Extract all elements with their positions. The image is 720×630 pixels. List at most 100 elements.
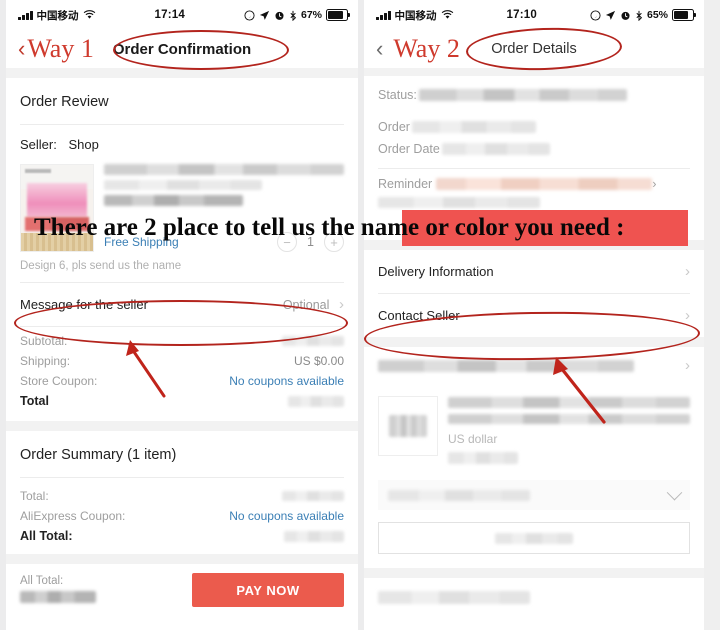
message-for-seller-row[interactable]: Message for the seller Optional › [6,283,358,326]
message-for-seller-value-group: Optional › [283,296,344,313]
all-total-label: All Total: [20,529,73,543]
bottom-row-card[interactable] [364,578,704,617]
annotation-way-1-label: Way 1 [27,34,94,63]
carrier-label: 中国移动 [36,9,79,22]
price-value: US $0.00 [293,354,344,368]
annotation-banner-text: There are 2 place to tell us the name or… [34,214,625,241]
message-for-seller-label: Message for the seller [20,297,148,312]
status-right-group: 65% [590,9,696,21]
total-label: Total [20,394,49,408]
store-row[interactable]: › [364,347,704,384]
order-item-row[interactable]: US dollar [364,384,704,472]
alarm-clock-icon [621,11,630,20]
price-label: Store Coupon: [20,374,98,388]
battery-icon [326,9,350,21]
signal-bars-icon [376,10,391,20]
spacer [6,421,358,431]
spacer [364,337,704,347]
battery-percent-label: 67% [300,9,322,21]
item-note: Design 6, pls send us the name [20,260,182,272]
status-row: Status: [364,84,704,106]
chevron-left-icon[interactable]: ‹ [18,38,25,60]
status-left-group: 中国移动 [376,8,454,23]
summary-row-total: All Total: [20,526,344,546]
seller-line: Seller: Shop [20,137,99,152]
status-time: 17:10 [506,9,537,21]
status-label: Status: [378,88,417,102]
signal-bars-icon [18,10,33,20]
thumbnail-blurred [389,415,427,437]
reminder-value-blurred [436,178,653,190]
note-input-value-blurred [495,532,573,544]
order-actions-card: Delivery Information › Contact Seller › [364,250,704,337]
moon-circle-icon [244,9,255,21]
summary-label: Total: [20,489,49,503]
seller-name: Shop [68,137,99,152]
spacer [364,568,704,579]
all-total-value-blurred [284,530,344,542]
section-title-order-summary: Order Summary (1 item) [20,447,177,463]
paybar-total-label: All Total: [20,575,64,587]
item-price-currency: US dollar [448,432,498,447]
left-phone-screenshot: 中国移动 17:14 67% Order Confirmation ‹ Way [6,0,358,630]
spacer [6,554,358,564]
right-nav-bar: Order Details ‹ Way 2 [364,30,704,68]
chevron-right-icon: › [652,177,657,191]
chevron-down-icon [666,484,683,501]
product-price-blurred [104,195,244,206]
summary-row: Total: [20,486,344,506]
reminder-row[interactable]: Reminder › [364,169,704,195]
left-status-bar: 中国移动 17:14 67% [6,0,358,30]
summary-lines: Total: AliExpress Coupon: No coupons ava… [6,478,358,556]
alarm-clock-icon [275,11,284,20]
item-title-blurred [448,397,690,409]
option-select[interactable] [378,480,690,511]
paybar-total-value-blurred [20,591,96,604]
pay-bar: All Total: PAY NOW [6,564,358,616]
store-row-card[interactable]: › [364,347,704,384]
price-row: Shipping: US $0.00 [20,351,344,371]
order-date-value-blurred [441,143,550,155]
wifi-icon [83,10,95,19]
price-row: Subtotal: [20,331,344,351]
price-lines: Subtotal: Shipping: US $0.00 Store Coupo… [6,327,358,421]
status-value-blurred [418,89,627,101]
order-id-value-blurred [411,121,536,133]
delivery-information-label: Delivery Information [378,264,494,279]
chevron-right-icon: › [685,307,690,324]
chevron-right-icon: › [685,357,690,374]
seller-row[interactable]: Seller: Shop [6,125,358,160]
pay-now-button[interactable]: PAY NOW [192,573,344,607]
annotation-way-2-label: Way 2 [393,34,460,63]
battery-percent-label: 65% [646,9,668,21]
contact-seller-label: Contact Seller [378,308,460,323]
section-title-order-review: Order Review [20,94,109,110]
item-meta-blurred [448,452,518,465]
store-name-blurred [378,359,634,372]
right-gutter [704,0,720,630]
bluetooth-icon [290,10,297,21]
status-left-group: 中国移动 [18,8,96,23]
carrier-label: 中国移动 [394,9,437,22]
spacer [6,68,358,78]
summary-row[interactable]: AliExpress Coupon: No coupons available [20,506,344,526]
chevron-right-icon: › [685,263,690,280]
delivery-information-row[interactable]: Delivery Information › [364,250,704,293]
aliexpress-coupon-value[interactable]: No coupons available [229,509,344,523]
store-coupon-value[interactable]: No coupons available [229,374,344,388]
screenshot-root: 中国移动 17:14 67% Order Confirmation ‹ Way [0,0,720,630]
product-subtitle-blurred [104,180,263,190]
chevron-right-icon: › [339,296,344,313]
order-item-thumbnail[interactable] [378,396,438,456]
seller-label: Seller: [20,137,57,152]
price-row-total: Total [20,391,344,411]
contact-seller-row[interactable]: Contact Seller › [364,294,704,337]
price-row[interactable]: Store Coupon: No coupons available [20,371,344,391]
chevron-left-icon[interactable]: ‹ [376,38,383,60]
moon-circle-icon [590,9,601,21]
note-input[interactable] [378,522,690,555]
price-label: Subtotal: [20,334,68,348]
order-item-info: US dollar [438,396,690,465]
price-value-blurred [282,336,344,346]
reminder-label: Reminder [378,177,433,191]
